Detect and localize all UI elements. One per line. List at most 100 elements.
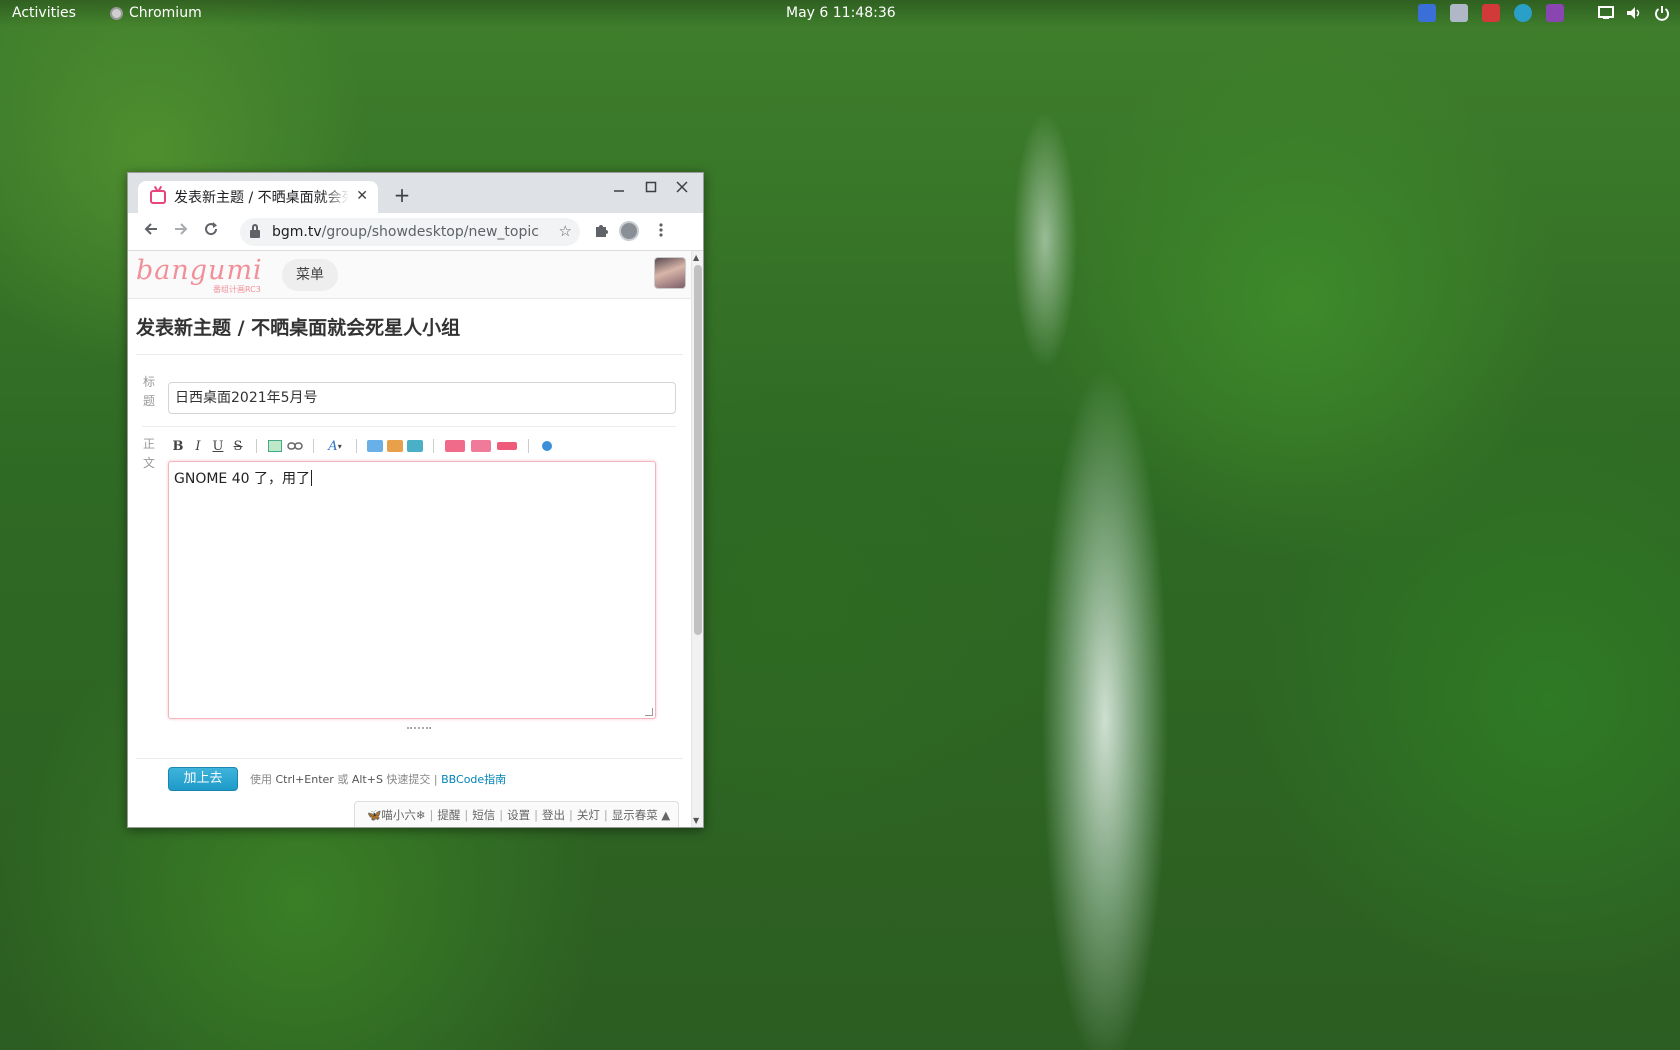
quote-icon[interactable]	[365, 437, 385, 455]
title-label-char-2: 题	[142, 394, 155, 408]
kebab-menu-icon[interactable]	[650, 222, 672, 242]
web-page: bangumi 番组计画RC3 菜单 发表新主题 / 不晒桌面就会死星人小组 标…	[128, 251, 691, 827]
dock-username[interactable]: 🦋喵小六❄	[367, 807, 425, 823]
dock-lights-off-link[interactable]: 关灯	[577, 807, 600, 823]
url-host: bgm.tv	[272, 224, 322, 240]
scroll-up-icon[interactable]: ▲	[693, 253, 699, 262]
dock-settings-link[interactable]: 设置	[507, 807, 530, 823]
browser-toolbar: bgm.tv/group/showdesktop/new_topic ☆	[128, 213, 703, 251]
tray-app-5-icon[interactable]	[1546, 4, 1564, 22]
chromium-icon	[110, 6, 123, 20]
title-field-label: 标 题	[142, 373, 156, 411]
hint-or: 或	[337, 773, 349, 786]
font-size-button[interactable]: A ▾	[322, 437, 348, 455]
insert-link-icon[interactable]	[285, 437, 305, 455]
toolbar-separator	[313, 439, 314, 453]
user-dock: 🦋喵小六❄ | 提醒 | 短信 | 设置 | 登出 | 关灯 | 显示春菜 ▲	[354, 801, 679, 827]
minimize-button[interactable]	[608, 181, 630, 197]
bbcode-guide-link[interactable]: BBCode指南	[441, 773, 506, 786]
page-scrollbar[interactable]: ▲ ▼	[691, 251, 703, 827]
toolbar-separator	[356, 439, 357, 453]
screen-icon	[1598, 5, 1614, 21]
address-bar[interactable]: bgm.tv/group/showdesktop/new_topic ☆	[240, 218, 580, 246]
code-icon[interactable]	[405, 437, 425, 455]
clock[interactable]: May 6 11:48:36	[786, 5, 896, 21]
toolbar-separator	[256, 439, 257, 453]
dock-pm-link[interactable]: 短信	[472, 807, 495, 823]
volume-icon	[1626, 5, 1642, 21]
tab-title: 发表新主题 / 不晒桌面就会死星人小组	[174, 190, 349, 206]
toolbar-separator	[528, 439, 529, 453]
logo-subtitle: 番组计画RC3	[213, 285, 261, 294]
close-window-button[interactable]	[671, 181, 693, 197]
gnome-top-bar: Activities Chromium May 6 11:48:36	[0, 0, 1680, 27]
font-size-label: A	[328, 438, 338, 454]
hint-suffix: 快速提交 |	[386, 773, 438, 786]
tab-close-icon[interactable]: ✕	[356, 188, 368, 204]
hint-key-alt-s: Alt+S	[351, 773, 383, 786]
system-tray	[1418, 4, 1670, 22]
strikethrough-button[interactable]: S	[228, 437, 248, 455]
title-divider	[136, 354, 683, 355]
underline-button[interactable]: U	[208, 437, 228, 455]
power-icon	[1654, 5, 1670, 21]
post-body-textarea[interactable]: GNOME 40 了，用了	[168, 461, 656, 719]
reload-icon[interactable]	[200, 221, 222, 242]
chromium-window: 发表新主题 / 不晒桌面就会死星人小组 ✕ + bgm.tv/group/sho…	[127, 172, 704, 828]
url-path: /group/showdesktop/new_topic	[321, 224, 539, 240]
mask-icon[interactable]	[385, 437, 405, 455]
menu-button[interactable]: 菜单	[282, 259, 338, 291]
lock-icon[interactable]	[250, 224, 260, 238]
profile-icon[interactable]	[618, 221, 640, 245]
tray-app-3-icon[interactable]	[1482, 4, 1500, 22]
topic-title-input[interactable]: 日西桌面2021年5月号	[168, 382, 676, 414]
textarea-drag-handle[interactable]	[407, 727, 431, 730]
maximize-button[interactable]	[640, 181, 662, 197]
app-menu-label: Chromium	[129, 5, 202, 21]
extensions-puzzle-icon[interactable]	[590, 222, 612, 242]
submit-button[interactable]: 加上去	[168, 767, 238, 791]
dock-logout-link[interactable]: 登出	[542, 807, 565, 823]
scroll-down-icon[interactable]: ▼	[693, 816, 699, 825]
emoji-tv-icon[interactable]	[468, 437, 494, 455]
title-label-char-1: 标	[142, 375, 155, 389]
tray-app-1-icon[interactable]	[1418, 4, 1436, 22]
tray-app-2-icon[interactable]	[1450, 4, 1468, 22]
dock-remind-link[interactable]: 提醒	[437, 807, 460, 823]
emoji-more-icon[interactable]	[494, 437, 520, 455]
hint-prefix: 使用	[250, 773, 272, 786]
toolbar-separator	[433, 439, 434, 453]
bangumi-logo[interactable]: bangumi	[136, 255, 263, 286]
back-icon[interactable]	[140, 221, 162, 242]
user-avatar[interactable]	[654, 257, 686, 289]
forward-icon[interactable]	[170, 221, 192, 242]
submit-divider	[136, 758, 683, 759]
system-menu[interactable]	[1598, 5, 1670, 21]
app-menu[interactable]: Chromium	[110, 5, 202, 21]
bookmark-star-icon[interactable]: ☆	[559, 222, 572, 240]
bbcode-toolbar: B I U S A ▾	[168, 437, 557, 455]
field-divider	[142, 426, 676, 427]
tab-new-topic[interactable]: 发表新主题 / 不晒桌面就会死星人小组 ✕	[138, 181, 378, 213]
tab-strip: 发表新主题 / 不晒桌面就会死星人小组 ✕ +	[128, 173, 703, 213]
emoji-bgm-icon[interactable]	[442, 437, 468, 455]
activities-button[interactable]: Activities	[12, 5, 76, 21]
resize-grip-icon[interactable]	[645, 708, 653, 716]
bold-button[interactable]: B	[168, 437, 188, 455]
post-body-text: GNOME 40 了，用了	[174, 471, 310, 487]
new-tab-button[interactable]: +	[390, 183, 414, 207]
italic-button[interactable]: I	[188, 437, 208, 455]
insert-image-icon[interactable]	[265, 437, 285, 455]
site-header: bangumi 番组计画RC3 菜单	[128, 251, 691, 299]
preview-icon[interactable]	[537, 437, 557, 455]
submit-hint: 使用 Ctrl+Enter 或 Alt+S 快速提交 | BBCode指南	[250, 771, 506, 787]
tray-app-4-icon[interactable]	[1514, 4, 1532, 22]
dock-show-menu-link[interactable]: 显示春菜 ▲	[612, 807, 671, 823]
page-title: 发表新主题 / 不晒桌面就会死星人小组	[136, 317, 461, 339]
text-caret	[310, 470, 312, 486]
body-field-label: 正 文	[142, 435, 156, 473]
hint-key-ctrl-enter: Ctrl+Enter	[275, 773, 334, 786]
topic-title-value: 日西桌面2021年5月号	[175, 390, 318, 406]
scrollbar-thumb[interactable]	[694, 265, 702, 635]
body-label-char-1: 正	[142, 437, 155, 451]
